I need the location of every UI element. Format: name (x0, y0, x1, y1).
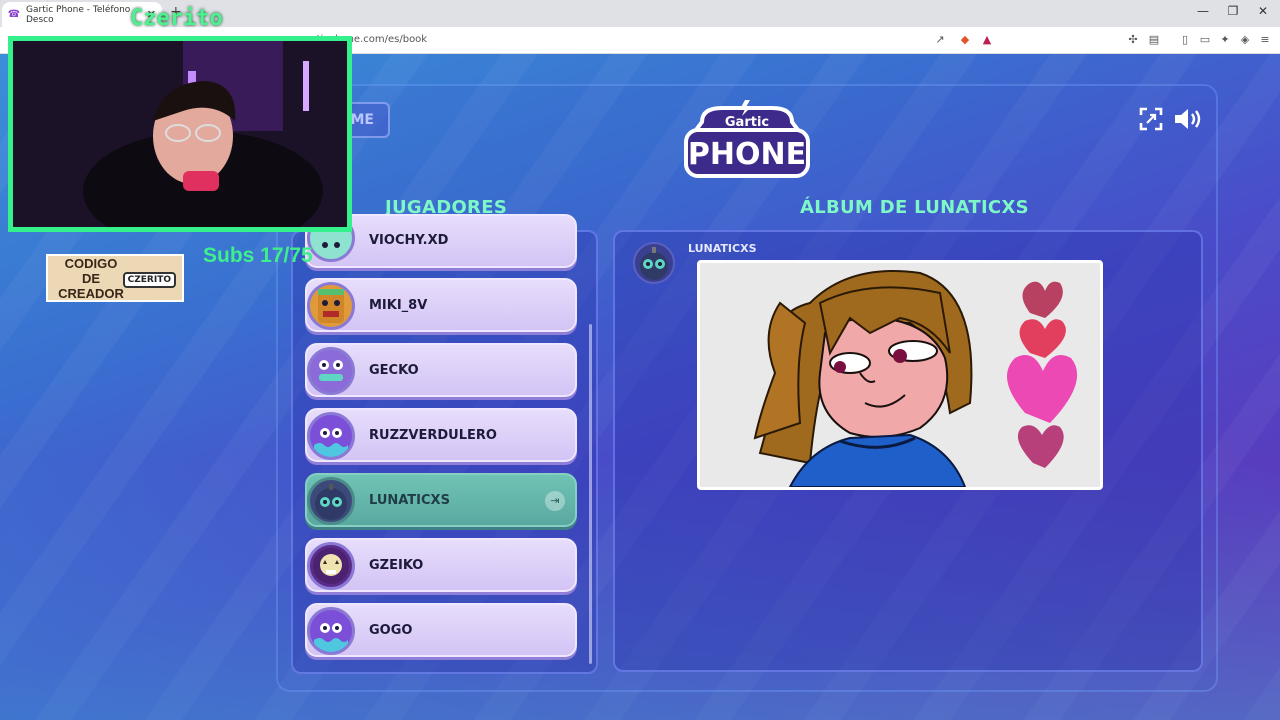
extensions-icon[interactable]: ✣ (1126, 33, 1140, 47)
player-card[interactable]: MIKI_8V (305, 278, 577, 332)
players-scrollbar[interactable] (589, 324, 592, 664)
player-avatar (307, 412, 355, 460)
creator-code-badge: CODIGO DE CREADOR CZERITO (46, 254, 184, 302)
player-card[interactable]: GECKO (305, 343, 577, 397)
reader-icon[interactable]: ▤ (1147, 33, 1161, 47)
album-author-avatar (633, 242, 675, 284)
rewards-icon[interactable]: ▲ (980, 33, 994, 47)
player-card-active[interactable]: LUNATICXS ⇥ (305, 473, 577, 527)
album-title: ÁLBUM DE LUNATICXS (800, 197, 1029, 218)
player-avatar (307, 477, 355, 525)
logo-bottom-text: PHONE (688, 137, 806, 172)
creator-code-label: CODIGO DE CREADOR (58, 255, 124, 301)
vpn-icon[interactable]: ◈ (1238, 33, 1252, 47)
fullscreen-icon[interactable] (1138, 106, 1164, 132)
window-close-icon[interactable]: ✕ (1248, 4, 1278, 18)
volume-icon[interactable] (1172, 106, 1204, 132)
player-name: VIOCHY.XD (369, 233, 449, 248)
share-icon[interactable]: ↗ (933, 33, 947, 47)
player-card[interactable]: GZEIKO (305, 538, 577, 592)
player-avatar (307, 607, 355, 655)
menu-icon[interactable]: ≡ (1258, 33, 1272, 47)
tab-title: Gartic Phone - Teléfono Desco (26, 4, 131, 25)
player-name: GECKO (369, 363, 419, 378)
phone-icon: ☎ (7, 9, 21, 20)
restore-icon[interactable]: ❐ (1218, 4, 1248, 18)
brave-shield-icon[interactable]: ◆ (958, 33, 972, 47)
sidebar-icon[interactable]: ▯ (1178, 33, 1192, 47)
player-avatar (307, 542, 355, 590)
player-card[interactable]: GOGO (305, 603, 577, 657)
streamer-name: Czerito (130, 6, 223, 31)
webcam-overlay (8, 36, 352, 232)
player-name: GZEIKO (369, 558, 424, 573)
player-name: RUZZVERDULERO (369, 428, 497, 443)
kick-player-icon[interactable]: ⇥ (545, 491, 565, 511)
creator-logo: CZERITO (122, 272, 176, 288)
player-avatar (307, 282, 355, 330)
album-author-name: LUNATICXS (688, 242, 757, 255)
subs-counter: Subs 17/75 (203, 244, 313, 267)
player-name: GOGO (369, 623, 413, 638)
player-avatar (307, 347, 355, 395)
player-name: LUNATICXS (369, 493, 450, 508)
minimize-icon[interactable]: — (1188, 4, 1218, 18)
player-name: MIKI_8V (369, 298, 428, 313)
player-card[interactable]: RUZZVERDULERO (305, 408, 577, 462)
album-drawing (697, 260, 1103, 490)
ai-icon[interactable]: ✦ (1218, 33, 1232, 47)
gartic-phone-logo: Gartic PHONE (684, 100, 810, 178)
wallet-icon[interactable]: ▭ (1198, 33, 1212, 47)
logo-top-text: Gartic (725, 115, 769, 130)
